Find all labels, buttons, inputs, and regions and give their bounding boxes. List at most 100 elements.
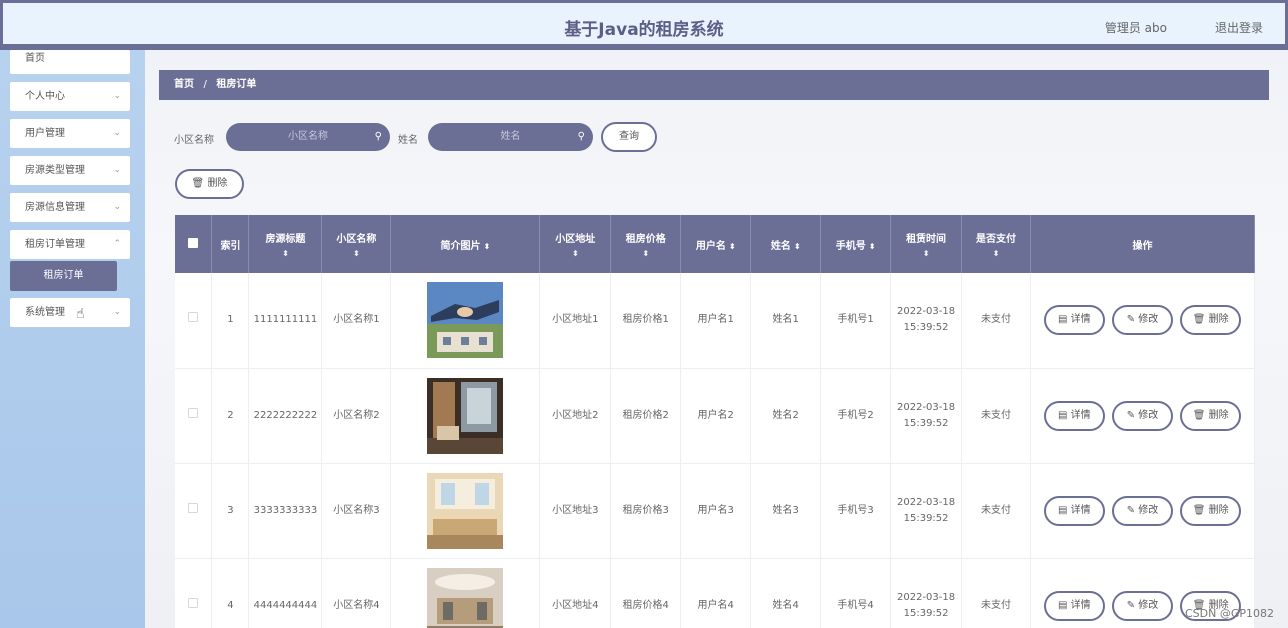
chevron-down-icon: ⌄: [113, 91, 121, 101]
sidebar-subitem-rental-order[interactable]: 租房订单: [10, 261, 117, 291]
chevron-up-icon: ⌃: [113, 239, 121, 249]
community-name-placeholder: 小区名称: [288, 131, 328, 142]
sort-icon[interactable]: ⬍: [484, 242, 491, 251]
column-header[interactable]: 用户名 ⬍: [680, 215, 752, 273]
batch-delete-button[interactable]: 🗑 删除: [175, 169, 244, 199]
detail-button[interactable]: ▤ 详情: [1043, 305, 1105, 336]
sidebar-item-label: 用户管理: [25, 128, 65, 139]
property-image[interactable]: [427, 377, 504, 454]
chevron-down-icon: ⌄: [113, 128, 121, 138]
select-all-cell[interactable]: [175, 215, 213, 273]
breadcrumb-home[interactable]: 首页: [174, 79, 194, 90]
sidebar-item-label: 租房订单管理: [25, 239, 85, 250]
property-image[interactable]: [427, 282, 504, 359]
detail-button[interactable]: ▤ 详情: [1043, 590, 1105, 621]
sidebar-item-housing-info-management[interactable]: 房源信息管理 ⌄: [10, 193, 130, 222]
column-header[interactable]: 简介图片 ⬍: [390, 215, 541, 273]
cell-index: 4: [211, 558, 250, 628]
query-button[interactable]: 查询: [601, 122, 657, 152]
table-row: 4 4444444444 小区名称4 小区地址4 租房价格4 用户名4 姓名4 …: [175, 558, 1255, 628]
chevron-down-icon: ⌄: [113, 202, 121, 212]
logout-link[interactable]: 退出登录: [1215, 19, 1263, 36]
column-header[interactable]: 小区名称 ⬍: [321, 215, 392, 273]
sidebar-item-label: 房源信息管理: [25, 202, 85, 213]
cell-name: 姓名2: [750, 368, 822, 464]
row-checkbox[interactable]: [188, 407, 199, 418]
cell-address: 小区地址1: [539, 273, 612, 369]
edit-button[interactable]: ✎ 修改: [1112, 400, 1173, 431]
table-header-row: 索引 房源标题 ⬍ 小区名称 ⬍ 简介图片 ⬍ 小区地址 ⬍ 租房价格 ⬍ 用户名 ⬍ 姓名…: [175, 215, 1255, 273]
cell-address: 小区地址3: [539, 463, 612, 559]
cell-time: 2022-03-18 15:39:52: [890, 273, 963, 369]
column-header[interactable]: 小区地址 ⬍: [539, 215, 612, 273]
row-checkbox[interactable]: [188, 502, 199, 513]
cell-price: 租房价格2: [610, 368, 682, 464]
sort-icon[interactable]: ⬍: [869, 242, 876, 251]
sidebar-item-label: 个人中心: [25, 91, 65, 102]
column-header[interactable]: 是否支付 ⬍: [961, 215, 1031, 273]
cell-phone: 手机号3: [820, 463, 892, 559]
detail-icon: ▤: [1057, 504, 1068, 516]
sidebar-item-home[interactable]: 首页: [10, 50, 130, 74]
cell-price: 租房价格4: [610, 558, 682, 628]
cell-phone: 手机号1: [820, 273, 892, 369]
detail-button[interactable]: ▤ 详情: [1043, 495, 1105, 526]
trash-icon: 🗑: [191, 178, 205, 189]
sidebar-item-housing-type-management[interactable]: 房源类型管理 ⌄: [10, 156, 130, 185]
trash-icon: 🗑: [1192, 504, 1206, 516]
sort-icon[interactable]: ⬍: [729, 242, 736, 251]
cell-paid: 未支付: [961, 558, 1031, 628]
column-header[interactable]: 房源标题 ⬍: [248, 215, 323, 273]
edit-button[interactable]: ✎ 修改: [1112, 495, 1173, 526]
cell-name: 姓名3: [750, 463, 822, 559]
cell-community: 小区名称2: [321, 368, 392, 464]
edit-button[interactable]: ✎ 修改: [1112, 590, 1173, 621]
sort-icon[interactable]: ⬍: [326, 249, 386, 258]
trash-icon: 🗑: [1192, 314, 1206, 326]
cell-community: 小区名称1: [321, 273, 392, 369]
sort-icon[interactable]: ⬍: [966, 249, 1026, 258]
search-icon: ⚲: [577, 131, 585, 142]
property-image[interactable]: [427, 567, 504, 628]
chevron-down-icon: ⌄: [113, 165, 121, 175]
sidebar-item-user-management[interactable]: 用户管理 ⌄: [10, 119, 130, 148]
detail-icon: ▤: [1057, 599, 1068, 611]
orders-table: 索引 房源标题 ⬍ 小区名称 ⬍ 简介图片 ⬍ 小区地址 ⬍ 租房价格 ⬍ 用户名 ⬍ 姓名…: [175, 215, 1255, 628]
column-header[interactable]: 租赁时间 ⬍: [890, 215, 963, 273]
sort-icon[interactable]: ⬍: [895, 249, 957, 258]
watermark: CSDN @GP1082: [1184, 607, 1274, 620]
column-header[interactable]: 租房价格 ⬍: [610, 215, 682, 273]
column-header[interactable]: 姓名 ⬍: [750, 215, 822, 273]
column-header[interactable]: 手机号 ⬍: [820, 215, 892, 273]
sort-icon[interactable]: ⬍: [253, 249, 317, 258]
sort-icon[interactable]: ⬍: [794, 242, 801, 251]
breadcrumb-separator: /: [203, 79, 207, 90]
property-image[interactable]: [427, 472, 504, 549]
sidebar-item-label: 系统管理: [25, 307, 65, 318]
row-checkbox[interactable]: [188, 312, 199, 323]
cell-name: 姓名4: [750, 558, 822, 628]
row-checkbox[interactable]: [188, 597, 199, 608]
delete-button[interactable]: 🗑 删除: [1180, 495, 1242, 526]
select-all-checkbox[interactable]: [188, 237, 199, 248]
sidebar-item-rental-order-management[interactable]: 租房订单管理 ⌃: [10, 230, 130, 259]
cell-phone: 手机号4: [820, 558, 892, 628]
sort-icon[interactable]: ⬍: [544, 249, 606, 258]
community-name-label: 小区名称: [174, 135, 214, 146]
sidebar-item-personal-center[interactable]: 个人中心 ⌄: [10, 82, 130, 111]
delete-button[interactable]: 🗑 删除: [1180, 400, 1242, 431]
edit-button[interactable]: ✎ 修改: [1112, 305, 1173, 336]
sidebar-item-label: 房源类型管理: [25, 165, 85, 176]
detail-icon: ▤: [1057, 409, 1068, 421]
name-input[interactable]: 姓名 ⚲: [428, 123, 593, 151]
sidebar-item-system-management[interactable]: 系统管理 ⌄: [10, 298, 130, 327]
delete-button[interactable]: 🗑 删除: [1180, 305, 1242, 336]
search-icon: ⚲: [374, 131, 382, 142]
cell-paid: 未支付: [961, 368, 1031, 464]
cell-title: 2222222222: [248, 368, 323, 464]
sort-icon[interactable]: ⬍: [615, 249, 676, 258]
cell-time: 2022-03-18 15:39:52: [890, 558, 963, 628]
detail-button[interactable]: ▤ 详情: [1043, 400, 1105, 431]
cell-price: 租房价格1: [610, 273, 682, 369]
community-name-input[interactable]: 小区名称 ⚲: [226, 123, 390, 151]
